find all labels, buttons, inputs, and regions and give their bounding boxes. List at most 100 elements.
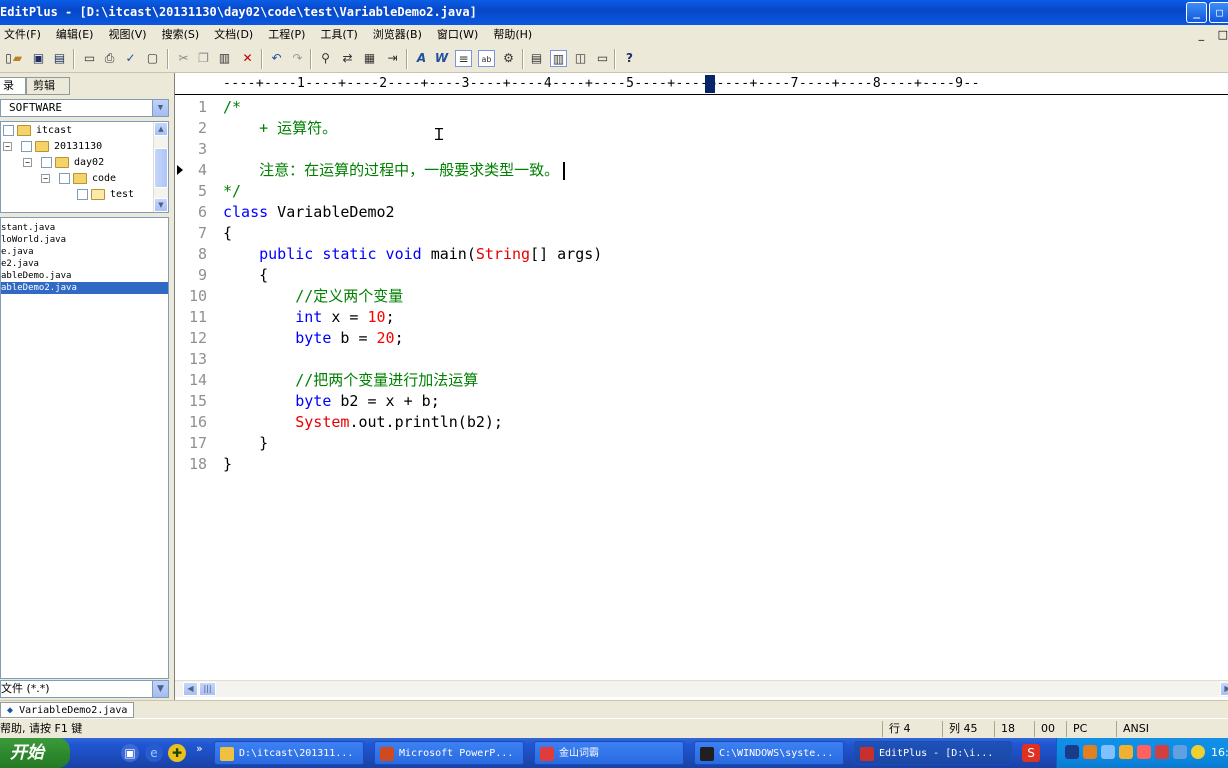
find-icon[interactable]: ⚲ (317, 50, 334, 67)
scroll-left-icon[interactable]: ◀ (183, 682, 198, 696)
tab-document[interactable]: ◆ VariableDemo2.java (0, 702, 135, 718)
code-line[interactable]: 2 + 运算符。 (175, 118, 1228, 139)
code-line[interactable]: 13 (175, 349, 1228, 370)
browser-icon[interactable]: ◫ (572, 50, 589, 67)
code-line[interactable]: 14 //把两个变量进行加法运算 (175, 370, 1228, 391)
menu-project[interactable]: 工程(P) (264, 25, 309, 45)
document-icon[interactable]: ▢ (144, 50, 161, 67)
tree-node-day02[interactable]: − day02 (23, 155, 104, 171)
code-line[interactable]: 6 class VariableDemo2 (175, 202, 1228, 223)
list-item[interactable]: stant.java (1, 222, 168, 234)
menu-browser[interactable]: 浏览器(B) (369, 25, 426, 45)
tree-node-code[interactable]: − code (41, 171, 116, 187)
antivirus-icon[interactable] (1137, 745, 1151, 759)
network-icon[interactable] (1083, 745, 1097, 759)
menu-tools[interactable]: 工具(T) (316, 25, 361, 45)
volume-icon[interactable] (1101, 745, 1115, 759)
status-tray-icon[interactable] (1191, 745, 1205, 759)
menu-file[interactable]: 文件(F) (0, 25, 45, 45)
taskbar-button-explorer[interactable]: D:\itcast\201311... (214, 741, 364, 765)
undo-icon[interactable]: ↶ (268, 50, 285, 67)
code-line[interactable]: 15 byte b2 = x + b; (175, 391, 1228, 412)
code-line[interactable]: 5 */ (175, 181, 1228, 202)
clipboard-icon[interactable]: ▦ (361, 50, 378, 67)
app-icon[interactable]: ✚ (168, 744, 186, 762)
menu-help[interactable]: 帮助(H) (489, 25, 536, 45)
list-item-selected[interactable]: ableDemo2.java (1, 282, 168, 294)
open-folder-icon[interactable]: ▰ (9, 50, 26, 67)
code-line[interactable]: 12 byte b = 20; (175, 328, 1228, 349)
code-line[interactable]: 4 注意：在运算的过程中，一般要求类型一致。 (175, 160, 1228, 181)
mdi-restore-button[interactable]: □ (1218, 28, 1228, 41)
copy-icon[interactable]: ❐ (195, 50, 212, 67)
output-window-icon[interactable]: ▭ (594, 50, 611, 67)
save-all-icon[interactable]: ▤ (51, 50, 68, 67)
code-line[interactable]: 7{ (175, 223, 1228, 244)
save-icon[interactable]: ▣ (30, 50, 47, 67)
sync-icon[interactable] (1173, 745, 1187, 759)
tab-cliptext[interactable]: 剪辑 (26, 77, 70, 95)
redo-icon[interactable]: ↷ (289, 50, 306, 67)
collapse-icon[interactable]: − (23, 157, 32, 167)
line-number-icon[interactable]: ≡ (455, 50, 472, 67)
menu-edit[interactable]: 编辑(E) (52, 25, 98, 45)
code-line[interactable]: 1 /* (175, 97, 1228, 118)
delete-icon[interactable]: ✕ (239, 50, 256, 67)
code-line[interactable]: 8 public static void main(String[] args) (175, 244, 1228, 265)
scroll-thumb[interactable] (154, 148, 168, 188)
scroll-down-icon[interactable]: ▼ (154, 198, 168, 212)
code-line[interactable]: 9 { (175, 265, 1228, 286)
print-icon[interactable]: ⎙ (101, 50, 118, 67)
spellcheck-icon[interactable]: ✓ (122, 50, 139, 67)
taskbar-button-dictionary[interactable]: 金山词霸 (534, 741, 684, 765)
monitor-icon[interactable] (1065, 745, 1079, 759)
tab-directory[interactable]: 录 (0, 77, 26, 95)
list-item[interactable]: ableDemo.java (1, 270, 168, 282)
menu-document[interactable]: 文档(D) (210, 25, 257, 45)
chevron-down-icon[interactable]: ▼ (152, 681, 168, 697)
chevron-right-icon[interactable]: » (196, 742, 203, 755)
ie-icon[interactable]: e (145, 744, 163, 762)
cut-icon[interactable]: ✂ (175, 50, 192, 67)
scroll-up-icon[interactable]: ▲ (154, 122, 168, 136)
menu-view[interactable]: 视图(V) (104, 25, 150, 45)
window-tile-icon[interactable]: ▤ (528, 50, 545, 67)
code-line[interactable]: 18} (175, 454, 1228, 475)
list-item[interactable]: loWorld.java (1, 234, 168, 246)
goto-line-icon[interactable]: ⇥ (384, 50, 401, 67)
print-preview-icon[interactable]: ▭ (81, 50, 98, 67)
chevron-down-icon[interactable]: ▼ (152, 100, 168, 116)
ruler-icon[interactable]: ab (478, 50, 495, 67)
list-item[interactable]: e.java (1, 246, 168, 258)
app-tray-icon[interactable] (1155, 745, 1169, 759)
tree-scrollbar[interactable]: ▲ ▼ (153, 122, 168, 212)
tree-node-test[interactable]: test (77, 187, 134, 203)
taskbar-button-cmd[interactable]: C:\WINDOWS\syste... (694, 741, 844, 765)
tree-node-itcast[interactable]: itcast (3, 123, 72, 139)
taskbar-button-powerpoint[interactable]: Microsoft PowerP... (374, 741, 524, 765)
desktop-icon[interactable]: ▣ (121, 744, 139, 762)
sogou-input-icon[interactable]: S (1022, 744, 1040, 762)
font-icon[interactable]: A (413, 50, 430, 67)
paste-icon[interactable]: ▥ (216, 50, 233, 67)
word-wrap-icon[interactable]: W (433, 50, 450, 67)
code-line[interactable]: 3 (175, 139, 1228, 160)
code-editor[interactable]: ----+----1----+----2----+----3----+----4… (174, 73, 1228, 700)
start-button[interactable]: 开始 (0, 738, 70, 768)
settings-icon[interactable]: ⚙ (500, 50, 517, 67)
list-item[interactable]: e2.java (1, 258, 168, 270)
code-area[interactable]: 1/* 2 + 运算符。 3 4 注意：在运算的过程中，一般要求类型一致。 5 */6 cl… (175, 97, 1228, 475)
directory-window-icon[interactable]: ▥ (550, 50, 567, 67)
minimize-button[interactable]: _ (1186, 2, 1207, 23)
help-icon[interactable]: ? (621, 50, 638, 67)
collapse-icon[interactable]: − (41, 173, 50, 183)
scroll-thumb[interactable]: ||| (199, 682, 216, 696)
code-line[interactable]: 16 System.out.println(b2); (175, 412, 1228, 433)
code-line[interactable]: 11 int x = 10; (175, 307, 1228, 328)
taskbar-button-editplus[interactable]: EditPlus - [D:\i... (854, 741, 1012, 765)
file-filter-select[interactable]: 文件 (*.*) ▼ (0, 680, 169, 698)
maximize-button[interactable]: □ (1209, 2, 1228, 23)
code-line[interactable]: 17 } (175, 433, 1228, 454)
collapse-icon[interactable]: − (3, 141, 12, 151)
horizontal-scrollbar[interactable]: ◀ ||| ▶ (175, 680, 1228, 697)
